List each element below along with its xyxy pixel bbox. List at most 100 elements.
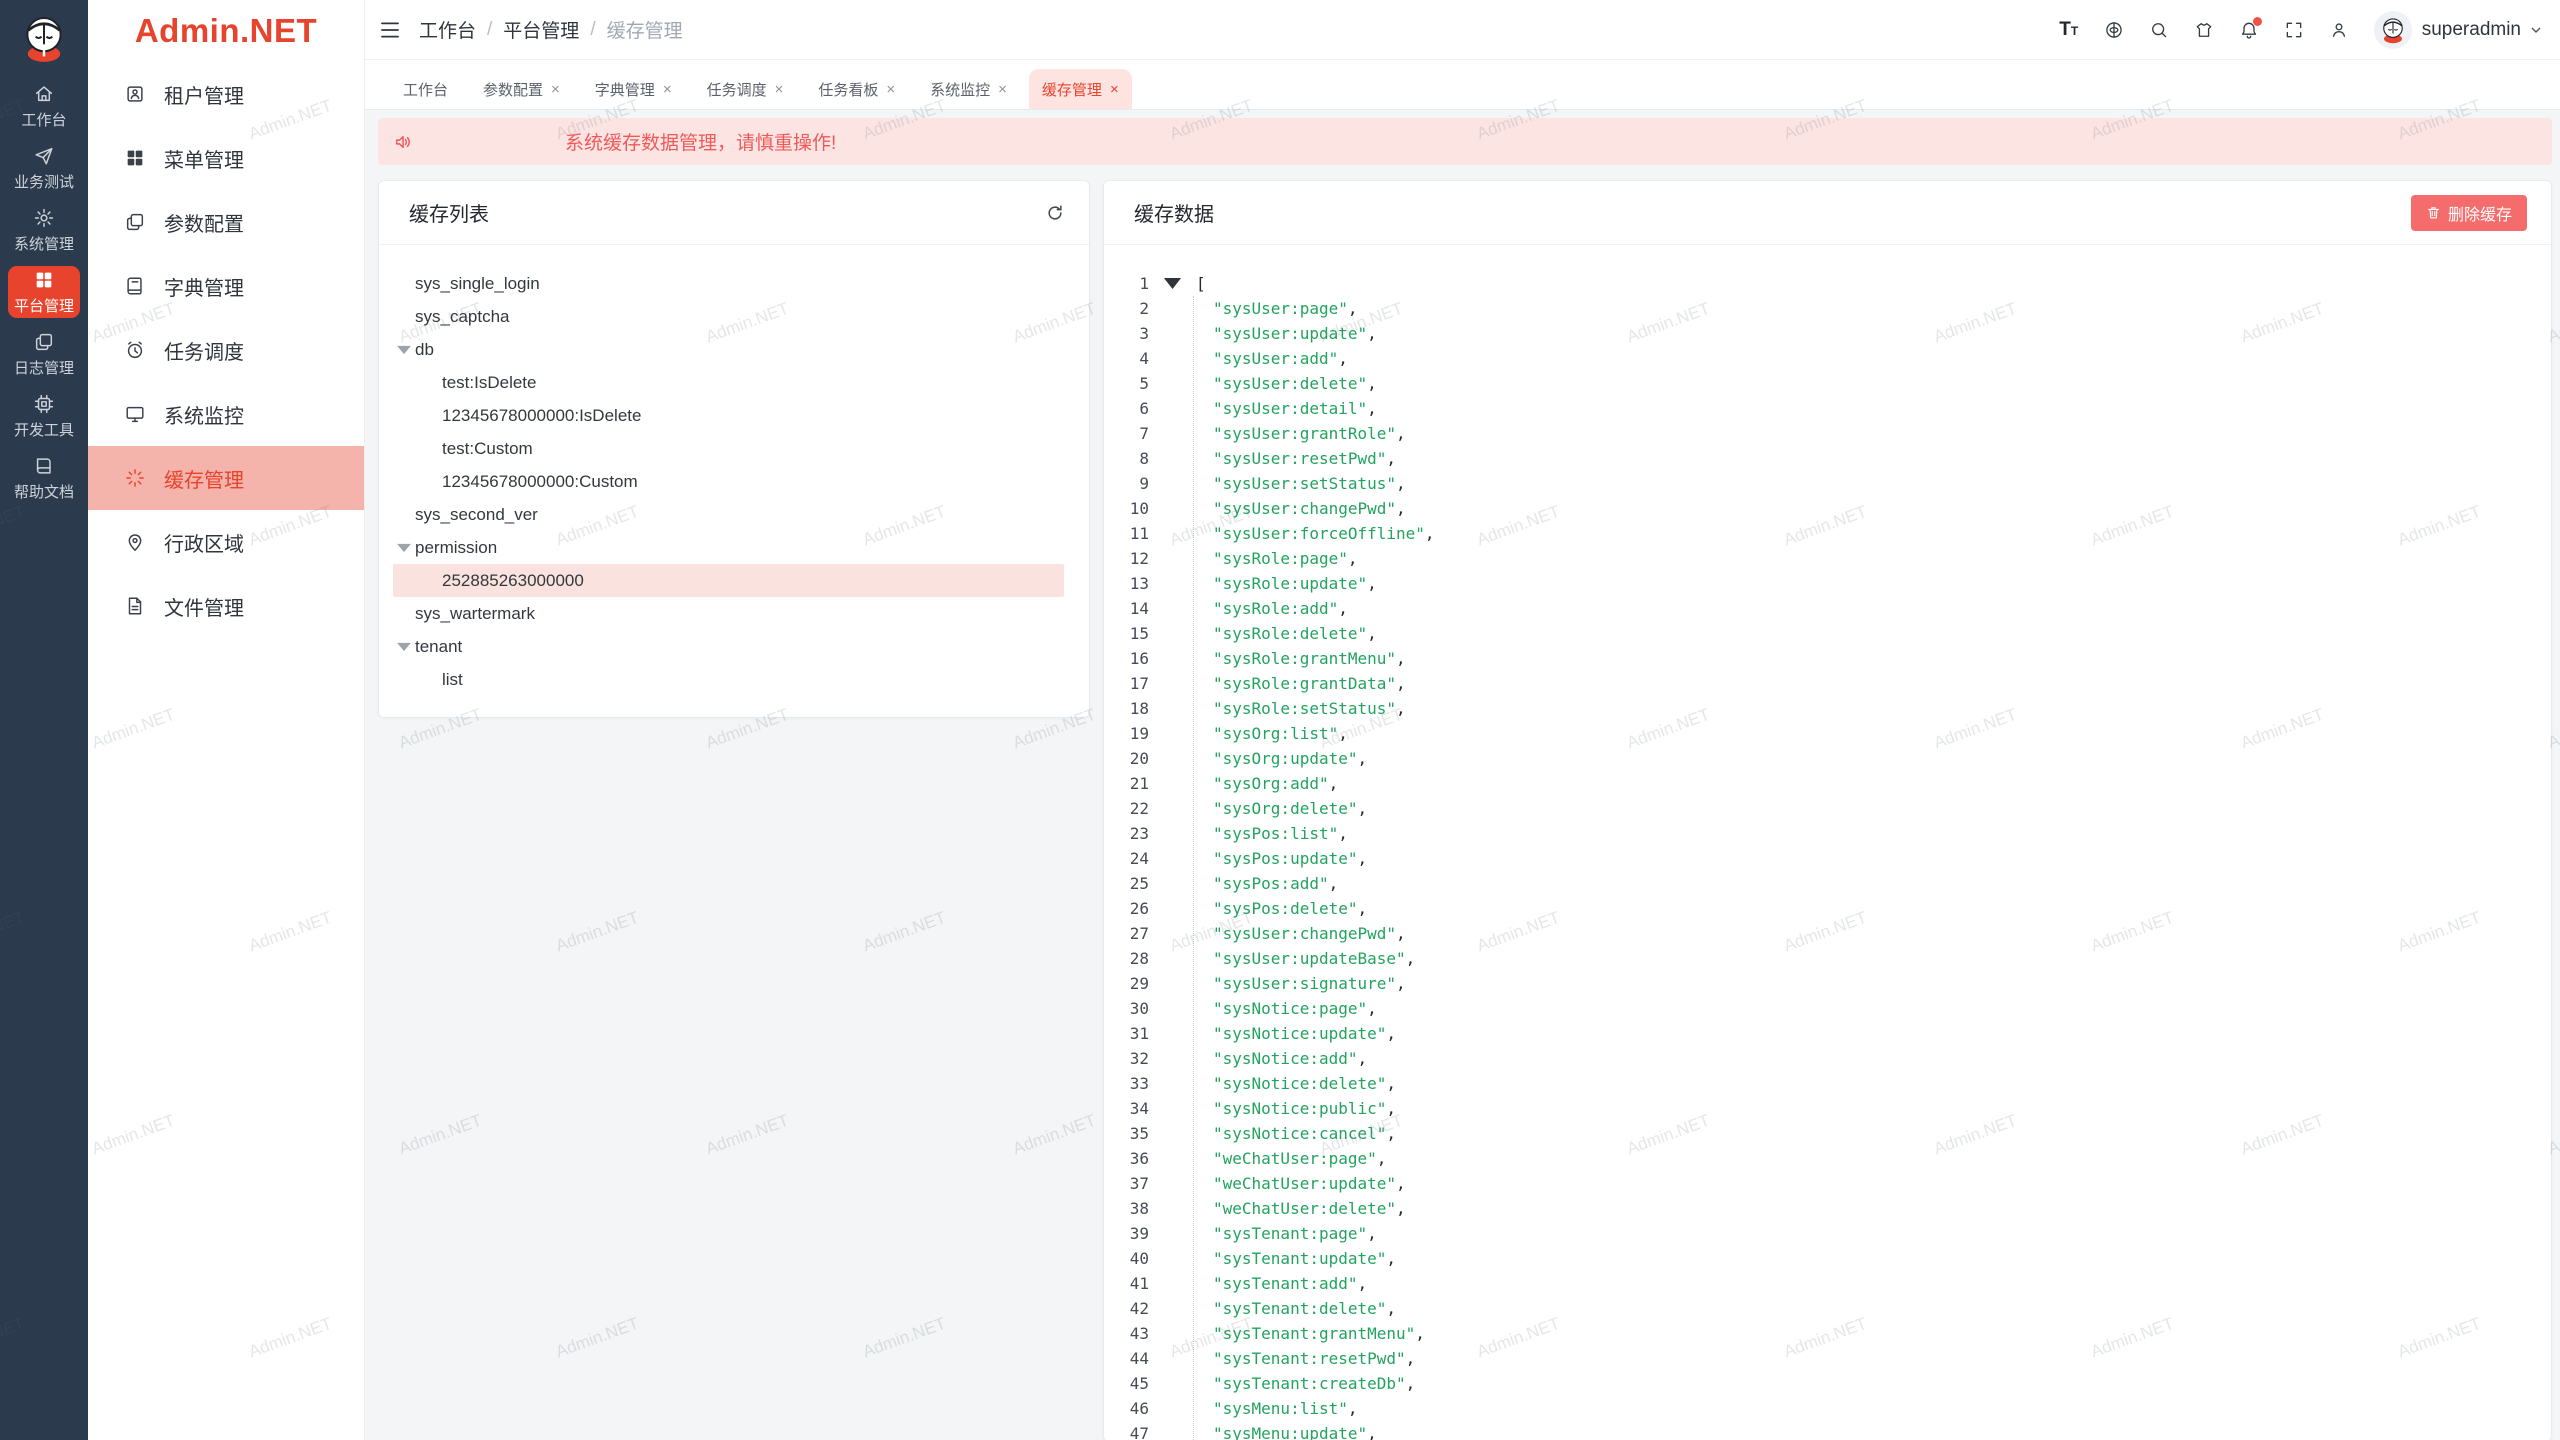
caret-down-icon[interactable] xyxy=(393,537,415,559)
fold-icon[interactable] xyxy=(1149,271,1196,296)
tab-close-icon[interactable]: × xyxy=(998,81,1007,98)
menu-item-cache-mgmt[interactable]: 缓存管理 xyxy=(88,446,364,510)
tree-node-test-IsDelete[interactable]: test:IsDelete xyxy=(393,366,1064,399)
sidebar-item-business-test[interactable]: 业务测试 xyxy=(8,142,80,194)
json-string: "sysUser:signature" xyxy=(1213,974,1396,993)
tab-system-monitor[interactable]: 系统监控× xyxy=(917,69,1020,109)
avatar[interactable] xyxy=(2374,11,2412,49)
language-icon[interactable] xyxy=(2104,20,2124,40)
json-comma: , xyxy=(1386,1074,1396,1093)
breadcrumb-item[interactable]: 工作台 xyxy=(419,16,476,43)
sidebar-item-platform-mgmt[interactable]: 平台管理 xyxy=(8,266,80,318)
caret-down-icon[interactable] xyxy=(393,636,415,658)
line-number: 26 xyxy=(1104,896,1149,921)
json-string: "sysRole:delete" xyxy=(1213,624,1367,643)
json-string: "sysPos:add" xyxy=(1213,874,1329,893)
line-number: 44 xyxy=(1104,1346,1149,1371)
json-comma: , xyxy=(1348,1399,1358,1418)
app-logo-text: Admin.NET xyxy=(88,0,364,62)
menu-fold-icon[interactable] xyxy=(378,18,402,42)
primary-sidebar-items: 工作台业务测试系统管理平台管理日志管理开发工具帮助文档 xyxy=(0,70,88,504)
tab-label: 工作台 xyxy=(403,79,448,100)
json-string: "sysTenant:page" xyxy=(1213,1224,1367,1243)
editor-line: 45"sysTenant:createDb", xyxy=(1104,1371,2551,1396)
file-icon xyxy=(124,595,146,617)
tab-dict-mgmt[interactable]: 字典管理 × xyxy=(582,69,685,109)
menu-item-task-schedule[interactable]: 任务调度 xyxy=(88,318,364,382)
tree-node-252885263000000[interactable]: 252885263000000 xyxy=(393,564,1064,597)
tab-close-icon[interactable]: × xyxy=(663,81,672,98)
editor-code: "sysNotice:delete", xyxy=(1196,1071,1396,1096)
tab-param-config[interactable]: 参数配置× xyxy=(470,69,573,109)
tab-cache-mgmt[interactable]: 缓存管理× xyxy=(1029,69,1132,109)
menu-item-file-mgmt[interactable]: 文件管理 xyxy=(88,574,364,638)
tab-task-schedule[interactable]: 任务调度× xyxy=(694,69,797,109)
json-string: "sysPos:list" xyxy=(1213,824,1338,843)
theme-icon[interactable] xyxy=(2194,20,2214,40)
chevron-down-icon[interactable] xyxy=(2528,22,2544,38)
username[interactable]: superadmin xyxy=(2422,19,2521,41)
monitor-icon xyxy=(124,403,146,425)
breadcrumb-separator: / xyxy=(487,19,492,41)
tree-node-12345678000000-IsDelete[interactable]: 12345678000000:IsDelete xyxy=(393,399,1064,432)
panels: 缓存列表 sys_single_loginsys_captchadbtest:I… xyxy=(378,180,2552,1440)
menu-item-label: 参数配置 xyxy=(164,208,244,237)
fullscreen-icon[interactable] xyxy=(2284,20,2304,40)
editor-code: "sysPos:update", xyxy=(1196,846,1367,871)
menu-item-dict-mgmt[interactable]: 字典管理 xyxy=(88,254,364,318)
json-comma: , xyxy=(1367,374,1377,393)
tab-label: 字典管理 xyxy=(595,79,655,100)
menu-item-tenant-mgmt[interactable]: 租户管理 xyxy=(88,62,364,126)
tree-node-test-Custom[interactable]: test:Custom xyxy=(393,432,1064,465)
tree-node-label: sys_second_ver xyxy=(415,505,538,525)
menu-item-admin-region[interactable]: 行政区域 xyxy=(88,510,364,574)
tab-workbench[interactable]: 工作台 xyxy=(390,69,461,109)
tree-node-sys_captcha[interactable]: sys_captcha xyxy=(393,300,1064,333)
editor-line: 34"sysNotice:public", xyxy=(1104,1096,2551,1121)
tree-node-sys_second_ver[interactable]: sys_second_ver xyxy=(393,498,1064,531)
breadcrumb-item[interactable]: 平台管理 xyxy=(503,16,579,43)
menu-item-label: 字典管理 xyxy=(164,272,244,301)
sidebar-item-log-mgmt[interactable]: 日志管理 xyxy=(8,328,80,380)
sidebar-item-label: 开发工具 xyxy=(14,419,74,440)
gear-icon xyxy=(33,207,55,229)
json-comma: , xyxy=(1386,1299,1396,1318)
line-number: 12 xyxy=(1104,546,1149,571)
tree-node-sys_single_login[interactable]: sys_single_login xyxy=(393,267,1064,300)
tab-close-icon[interactable]: × xyxy=(775,81,784,98)
json-comma: , xyxy=(1338,824,1348,843)
json-comma: , xyxy=(1406,1349,1416,1368)
search-icon[interactable] xyxy=(2149,20,2169,40)
editor-line: 26"sysPos:delete", xyxy=(1104,896,2551,921)
tree-node-list[interactable]: list xyxy=(393,663,1064,696)
editor-code: "sysRole:update", xyxy=(1196,571,1377,596)
menu-item-menu-mgmt[interactable]: 菜单管理 xyxy=(88,126,364,190)
tree-node-sys_wartermark[interactable]: sys_wartermark xyxy=(393,597,1064,630)
notification-icon[interactable] xyxy=(2239,20,2259,40)
primary-sidebar: 工作台业务测试系统管理平台管理日志管理开发工具帮助文档 xyxy=(0,0,88,1440)
tree-node-12345678000000-Custom[interactable]: 12345678000000:Custom xyxy=(393,465,1064,498)
refresh-icon[interactable] xyxy=(1045,203,1065,223)
cache-tree: sys_single_loginsys_captchadbtest:IsDele… xyxy=(379,245,1089,696)
fold-spacer xyxy=(1149,321,1196,346)
caret-down-icon[interactable] xyxy=(393,339,415,361)
sidebar-item-dev-tools[interactable]: 开发工具 xyxy=(8,390,80,442)
tree-node-tenant[interactable]: tenant xyxy=(393,630,1064,663)
tab-close-icon[interactable]: × xyxy=(551,81,560,98)
sidebar-item-help-docs[interactable]: 帮助文档 xyxy=(8,452,80,504)
sidebar-item-system-mgmt[interactable]: 系统管理 xyxy=(8,204,80,256)
user-icon[interactable] xyxy=(2329,20,2349,40)
font-size-icon[interactable]: TT xyxy=(2059,20,2079,40)
editor-line: 25"sysPos:add", xyxy=(1104,871,2551,896)
tab-close-icon[interactable]: × xyxy=(1110,81,1119,98)
menu-item-system-monitor[interactable]: 系统监控 xyxy=(88,382,364,446)
menu-item-param-config[interactable]: 参数配置 xyxy=(88,190,364,254)
sidebar-item-label: 帮助文档 xyxy=(14,481,74,502)
tree-node-db[interactable]: db xyxy=(393,333,1064,366)
tab-close-icon[interactable]: × xyxy=(886,81,895,98)
sidebar-item-workbench[interactable]: 工作台 xyxy=(8,80,80,132)
delete-cache-button[interactable]: 删除缓存 xyxy=(2411,195,2527,231)
tree-node-permission[interactable]: permission xyxy=(393,531,1064,564)
json-comma: , xyxy=(1406,949,1416,968)
tab-task-board[interactable]: 任务看板× xyxy=(805,69,908,109)
